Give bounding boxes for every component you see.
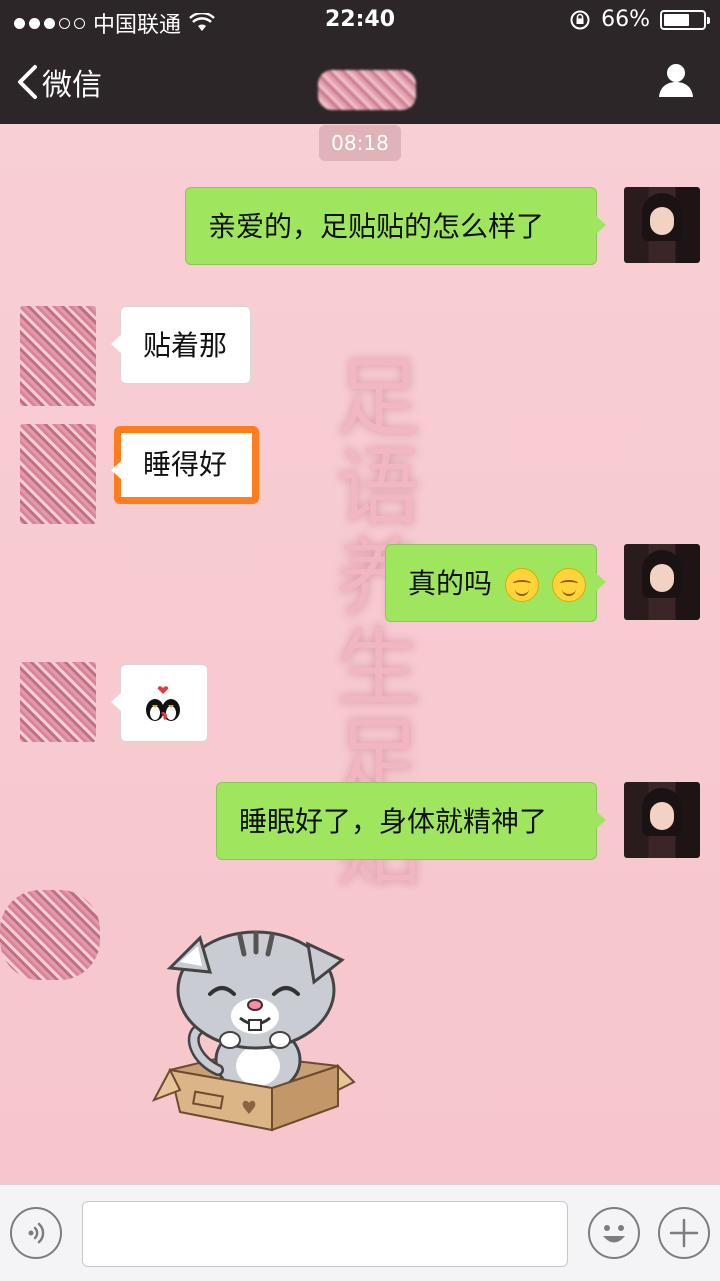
chat-area[interactable]: 足语养生足贴 08:18 亲爱的，足贴贴的怎么样了 贴着那 睡得好 真的吗 睡眠… <box>0 124 720 1184</box>
plus-icon <box>669 1218 699 1248</box>
contact-avatar[interactable] <box>20 306 96 406</box>
message-bubble-sent[interactable]: 亲爱的，足贴贴的怎么样了 <box>185 187 606 265</box>
message-text: 真的吗 <box>408 567 493 600</box>
rotation-lock-icon <box>570 10 590 29</box>
message-timestamp: 08:18 <box>319 125 401 161</box>
back-chevron-icon <box>18 65 37 99</box>
message-text: 睡得好 <box>143 448 228 481</box>
smile-emoji-icon <box>504 568 539 602</box>
contact-avatar[interactable] <box>0 890 100 980</box>
message-bubble-sent[interactable]: 真的吗 <box>385 544 606 622</box>
contact-avatar[interactable] <box>20 662 96 742</box>
emoji-button[interactable] <box>588 1207 640 1259</box>
penguin-couple-emoji-icon <box>146 686 180 721</box>
smile-emoji-icon <box>551 568 586 602</box>
voice-icon <box>28 1222 45 1244</box>
emoji-icon <box>603 1225 625 1243</box>
battery-percent: 66% <box>601 7 650 32</box>
chat-header: 微信 <box>0 40 720 124</box>
my-avatar[interactable] <box>624 782 700 858</box>
message-input-bar <box>0 1184 720 1281</box>
chat-title-redacted <box>318 70 416 110</box>
back-button[interactable]: 微信 <box>16 60 102 104</box>
cat-in-box-sticker[interactable] <box>148 920 358 1135</box>
battery-fill <box>664 13 689 26</box>
message-bubble-received-highlighted[interactable]: 睡得好 <box>111 426 259 504</box>
message-text: 贴着那 <box>143 329 228 362</box>
message-bubble-received[interactable] <box>111 664 208 742</box>
battery-icon <box>660 9 710 30</box>
my-avatar[interactable] <box>624 544 700 620</box>
message-text-input[interactable] <box>82 1201 568 1267</box>
message-text: 亲爱的，足贴贴的怎么样了 <box>208 210 545 243</box>
profile-icon[interactable] <box>658 62 694 98</box>
voice-button[interactable] <box>10 1207 62 1259</box>
back-label: 微信 <box>42 68 102 103</box>
status-bar: 中国联通 22:40 66% <box>0 0 720 40</box>
message-bubble-received[interactable]: 贴着那 <box>111 306 251 384</box>
message-text: 睡眠好了，身体就精神了 <box>239 805 548 838</box>
my-avatar[interactable] <box>624 187 700 263</box>
message-bubble-sent[interactable]: 睡眠好了，身体就精神了 <box>216 782 606 860</box>
contact-avatar[interactable] <box>20 424 96 524</box>
more-button[interactable] <box>658 1207 710 1259</box>
